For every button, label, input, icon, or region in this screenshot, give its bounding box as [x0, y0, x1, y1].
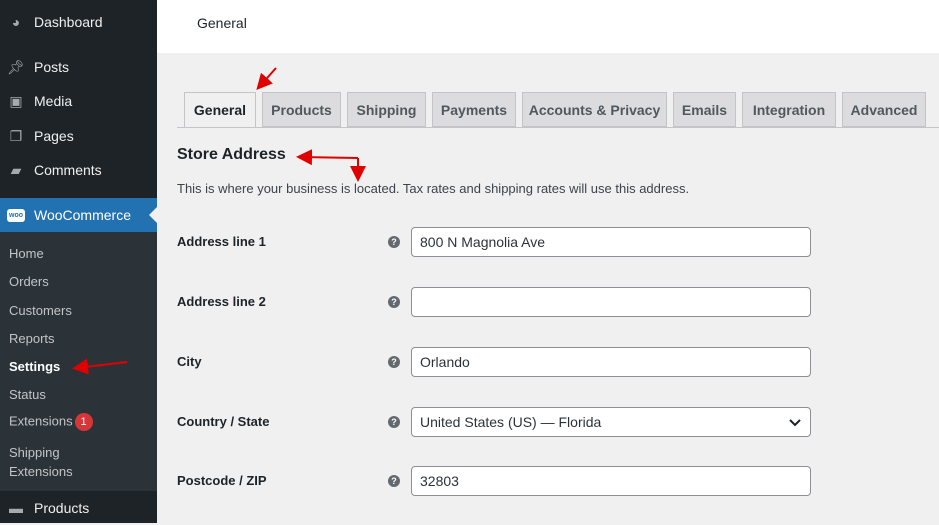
top-header: General	[157, 0, 939, 53]
current-indicator	[141, 207, 157, 223]
woo-icon: woo	[6, 206, 26, 224]
header-title: General	[197, 15, 247, 31]
submenu-orders[interactable]: Orders	[9, 274, 49, 289]
tab-divider	[177, 127, 939, 128]
section-title: Store Address	[177, 146, 286, 163]
submenu-settings[interactable]: Settings	[9, 359, 60, 374]
tab-accounts-privacy[interactable]: Accounts & Privacy	[522, 92, 667, 127]
menu-products[interactable]: ▬ Products	[0, 491, 157, 525]
help-icon[interactable]: ?	[388, 356, 400, 368]
help-icon[interactable]: ?	[388, 296, 400, 308]
submenu-customers[interactable]: Customers	[9, 303, 72, 318]
menu-media[interactable]: ▣ Media	[0, 84, 157, 118]
help-icon[interactable]: ?	[388, 475, 400, 487]
archive-icon: ▬	[9, 500, 23, 516]
comment-icon: ▰	[10, 161, 22, 178]
tab-advanced[interactable]: Advanced	[842, 92, 926, 127]
menu-posts[interactable]: 📌︎ Posts	[0, 50, 157, 84]
tab-payments[interactable]: Payments	[432, 92, 516, 127]
menu-woocommerce[interactable]: woo WooCommerce	[0, 198, 157, 232]
tab-emails[interactable]: Emails	[673, 92, 736, 127]
update-count-badge: 1	[74, 413, 93, 431]
woocommerce-submenu: Home Orders Customers Reports Settings S…	[0, 232, 157, 491]
postcode-label: Postcode / ZIP	[177, 473, 267, 488]
submenu-reports[interactable]: Reports	[9, 331, 55, 346]
menu-pages[interactable]: ❐ Pages	[0, 119, 157, 153]
country-state-label: Country / State	[177, 414, 270, 429]
section-description: This is where your business is located. …	[177, 181, 690, 196]
address1-input[interactable]: 800 N Magnolia Ave	[411, 227, 811, 257]
city-input[interactable]: Orlando	[411, 347, 811, 377]
tab-shipping[interactable]: Shipping	[347, 92, 426, 127]
submenu-extensions[interactable]: Extensions 1	[9, 413, 93, 431]
submenu-shipping-extensions[interactable]: Shipping Extensions	[9, 443, 79, 481]
address2-input[interactable]	[411, 287, 811, 317]
tab-general[interactable]: General	[184, 92, 256, 128]
pages-icon: ❐	[9, 127, 23, 144]
city-label: City	[177, 354, 202, 369]
address2-label: Address line 2	[177, 294, 266, 309]
media-icon: ▣	[9, 92, 23, 109]
postcode-input[interactable]: 32803	[411, 466, 811, 496]
pin-icon: 📌︎	[7, 58, 25, 75]
help-icon[interactable]: ?	[388, 236, 400, 248]
arrow-to-store-address-left	[296, 149, 359, 166]
menu-comments[interactable]: ▰ Comments	[0, 153, 157, 187]
submenu-home[interactable]: Home	[9, 246, 44, 261]
tab-products[interactable]: Products	[262, 92, 341, 127]
arrow-to-general-tab	[256, 67, 277, 90]
tab-integration[interactable]: Integration	[742, 92, 836, 127]
submenu-status[interactable]: Status	[9, 387, 46, 402]
dashboard-icon: ◕	[11, 14, 21, 30]
menu-dashboard[interactable]: ◕ Dashboard	[0, 5, 157, 39]
admin-sidebar: ◕ Dashboard 📌︎ Posts ▣ Media ❐ Pages ▰ Commen…	[0, 0, 157, 523]
address1-label: Address line 1	[177, 234, 266, 249]
country-state-select[interactable]: United States (US) — Florida	[411, 407, 811, 437]
help-icon[interactable]: ?	[388, 416, 400, 428]
chevron-down-icon	[789, 419, 801, 427]
